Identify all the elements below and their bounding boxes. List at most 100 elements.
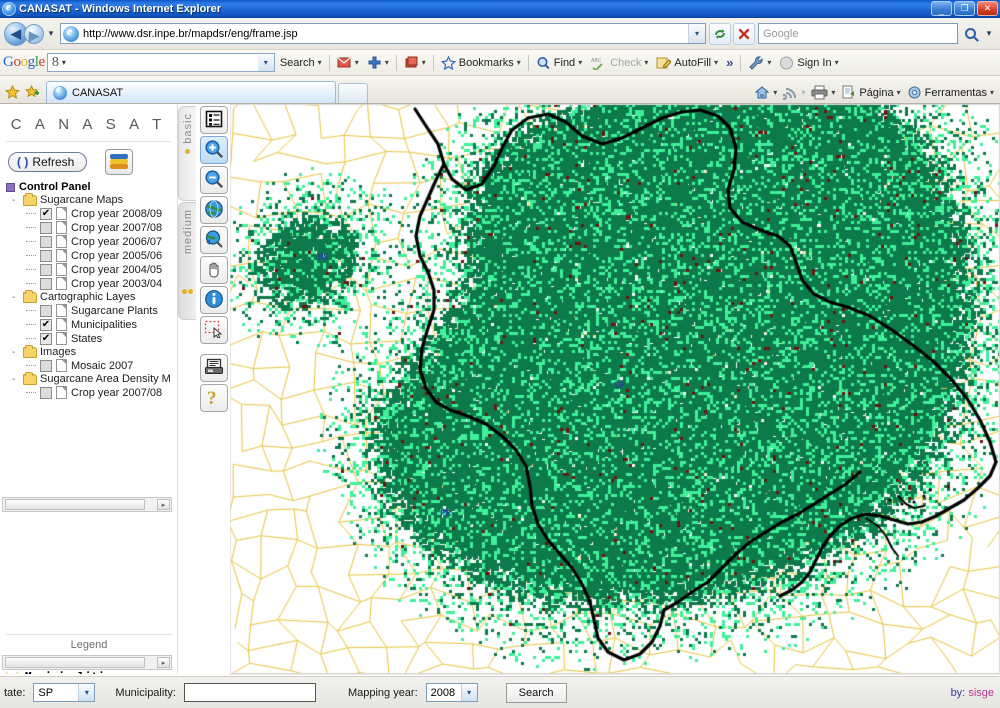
refresh-button[interactable]: ( ) Refresh (8, 152, 88, 172)
layer-item[interactable]: Crop year 2006/07 (4, 235, 173, 248)
layer-item[interactable]: Crop year 2004/05 (4, 263, 173, 276)
google-search-button[interactable]: Search ▾ (277, 56, 325, 70)
stop-button[interactable] (733, 22, 755, 45)
google-gmail-button[interactable]: ▾ (334, 55, 362, 70)
pan-button[interactable] (200, 256, 228, 284)
expander-icon[interactable]: - (12, 292, 20, 303)
layer-item[interactable]: Crop year 2007/08 (4, 221, 173, 234)
select-area-button[interactable] (200, 316, 228, 344)
page-menu-button[interactable]: Página ▾ (839, 84, 902, 101)
expander-icon[interactable]: - (12, 347, 20, 358)
layer-checkbox[interactable] (40, 221, 52, 234)
search-button[interactable]: Search (505, 682, 567, 703)
scrollbar-thumb[interactable] (5, 499, 145, 510)
info-button[interactable] (200, 286, 228, 314)
google-more-apps-button[interactable]: ▾ (364, 55, 392, 71)
chevron-down-icon[interactable]: ▾ (460, 684, 477, 701)
hand-icon (205, 260, 223, 281)
layer-item[interactable]: ✔ States (4, 332, 173, 345)
refresh-button[interactable] (709, 22, 731, 45)
feeds-button[interactable]: ▾ (781, 84, 807, 101)
url-text: http://www.dsr.inpe.br/mapdsr/eng/frame.… (83, 27, 298, 40)
layer-group-label: Cartographic Layes (40, 291, 136, 303)
layer-item[interactable]: Crop year 2007/08 (4, 386, 173, 399)
search-provider-caret[interactable]: ▾ (982, 23, 996, 45)
expander-icon[interactable]: - (12, 374, 20, 385)
toolset-tab-basic[interactable]: basic (178, 106, 196, 201)
browser-tab-canasat[interactable]: CANASAT (46, 81, 336, 103)
scroll-right-arrow-icon[interactable]: ▸ (157, 657, 170, 668)
google-spellcheck-button[interactable]: ABC Check ▾ (587, 55, 651, 71)
layer-group-1[interactable]: - Cartographic Layes (4, 289, 173, 303)
zoom-previous-button[interactable] (200, 226, 228, 254)
search-go-button[interactable] (959, 23, 981, 45)
browser-search-box[interactable]: Google (758, 23, 958, 44)
minimize-button[interactable]: _ (931, 1, 952, 16)
layer-item[interactable]: Crop year 2003/04 (4, 277, 173, 290)
close-button[interactable]: ✕ (977, 1, 998, 16)
zoom-in-button[interactable] (200, 136, 228, 164)
mapping-year-select[interactable]: 2008 ▾ (425, 683, 478, 702)
map-viewport[interactable]: MS PR SP (230, 104, 1000, 674)
layer-group-2[interactable]: - Images (4, 344, 173, 358)
google-search-dropdown-button[interactable]: ▾ (257, 54, 274, 71)
forward-button[interactable]: ▶ (24, 23, 44, 44)
google-bookmarks-button[interactable]: Bookmarks ▾ (438, 55, 524, 71)
mapping-year-label: Mapping year: (347, 686, 418, 699)
google-settings-button[interactable]: ▾ (745, 55, 774, 71)
layer-checkbox[interactable]: ✔ (40, 332, 52, 345)
google-photos-button[interactable]: ▾ (401, 55, 429, 71)
favorites-center-button[interactable] (2, 81, 22, 103)
layer-checkbox[interactable]: ✔ (40, 318, 52, 331)
layers-button[interactable] (105, 149, 134, 175)
layer-item[interactable]: Mosaic 2007 (4, 359, 173, 372)
google-toolbar-search-input[interactable]: 8 ▾ ▾ (46, 53, 275, 72)
layer-checkbox[interactable] (40, 277, 52, 290)
search-button-label: Search (518, 686, 554, 699)
layer-item[interactable]: Crop year 2005/06 (4, 249, 173, 262)
layer-group-0[interactable]: - Sugarcane Maps (4, 192, 173, 206)
google-autofill-button[interactable]: AutoFill ▾ (653, 55, 721, 71)
google-toolbar-overflow-button[interactable]: » (723, 54, 736, 71)
tree-horizontal-scrollbar[interactable]: ▸ (2, 497, 172, 512)
layer-checkbox[interactable] (40, 386, 52, 399)
layer-checkbox[interactable] (40, 304, 52, 317)
layer-checkbox[interactable] (40, 263, 52, 276)
url-bar[interactable]: http://www.dsr.inpe.br/mapdsr/eng/frame.… (60, 23, 706, 44)
layer-checkbox[interactable] (40, 249, 52, 262)
layer-checkbox[interactable] (40, 359, 52, 372)
scroll-right-arrow-icon[interactable]: ▸ (157, 499, 170, 510)
toolset-tab-medium[interactable]: medium (178, 202, 196, 320)
print-button[interactable]: ▾ (809, 84, 837, 101)
google-sign-in-button[interactable]: Sign In ▾ (776, 55, 841, 71)
scrollbar-thumb[interactable] (5, 657, 145, 668)
spellcheck-icon: ABC (591, 58, 603, 70)
print-map-button[interactable] (200, 354, 228, 382)
legend-toggle-button[interactable] (200, 106, 228, 134)
layer-checkbox[interactable]: ✔ (40, 207, 52, 220)
recent-pages-button[interactable]: ▾ (44, 23, 58, 45)
tools-menu-button[interactable]: Ferramentas ▾ (905, 84, 996, 101)
layer-group-3[interactable]: - Sugarcane Area Density M (4, 371, 173, 385)
legend-horizontal-scrollbar[interactable]: ▸ (2, 655, 172, 670)
municipality-input[interactable] (183, 683, 316, 702)
layer-item[interactable]: ✔ Crop year 2008/09 (4, 207, 173, 220)
layer-checkbox[interactable] (40, 235, 52, 248)
home-button[interactable]: ▾ (752, 84, 779, 101)
chevron-down-icon[interactable]: ▾ (78, 684, 95, 701)
layer-item[interactable]: ✔ Municipalities (4, 318, 173, 331)
url-dropdown-button[interactable]: ▾ (688, 24, 705, 43)
address-bar: ◀ ▶ ▾ http://www.dsr.inpe.br/mapdsr/eng/… (0, 18, 1000, 50)
restore-button[interactable]: ❐ (954, 1, 975, 16)
google-search-caret-icon: ▾ (61, 58, 66, 67)
help-button[interactable]: ? (200, 384, 228, 412)
google-find-button[interactable]: Find ▾ (533, 55, 585, 71)
add-to-favorites-button[interactable] (22, 81, 42, 103)
credit-name[interactable]: sisge (968, 687, 994, 699)
new-tab-button[interactable] (338, 83, 368, 103)
layer-item[interactable]: Sugarcane Plants (4, 304, 173, 317)
zoom-out-button[interactable] (200, 166, 228, 194)
expander-icon[interactable]: - (12, 195, 20, 206)
state-select[interactable]: SP ▾ (33, 683, 96, 702)
zoom-full-extent-button[interactable] (200, 196, 228, 224)
